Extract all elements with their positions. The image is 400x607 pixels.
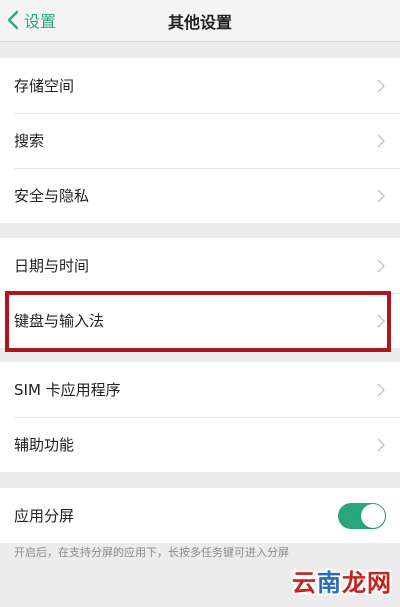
settings-item-keyboard-input[interactable]: 键盘与输入法 (0, 293, 400, 348)
settings-item-label: 存储空间 (14, 77, 75, 95)
settings-item-split-screen: 应用分屏 (0, 488, 400, 543)
watermark-logo: 云南龙网 (292, 563, 392, 598)
watermark-text-3: 龙网 (342, 569, 392, 597)
settings-item-label: 辅助功能 (14, 436, 75, 454)
settings-item-label: SIM 卡应用程序 (14, 381, 121, 399)
settings-item-accessibility[interactable]: 辅助功能 (0, 417, 400, 472)
settings-item-search[interactable]: 搜索 (0, 113, 400, 168)
title-bar: 设置 其他设置 (0, 0, 400, 42)
chevron-right-icon (376, 437, 386, 453)
watermark-text-1: 云 (292, 569, 317, 597)
settings-group-split-screen: 应用分屏 (0, 488, 400, 543)
settings-item-date-time[interactable]: 日期与时间 (0, 238, 400, 293)
watermark-text-2: 南 (317, 569, 342, 597)
chevron-right-icon (376, 188, 386, 204)
settings-item-label: 安全与隐私 (14, 187, 90, 205)
settings-item-storage[interactable]: 存储空间 (0, 58, 400, 113)
settings-group-storage: 存储空间 搜索 安全与隐私 (0, 58, 400, 223)
settings-item-sim-apps[interactable]: SIM 卡应用程序 (0, 362, 400, 417)
settings-item-security-privacy[interactable]: 安全与隐私 (0, 168, 400, 223)
chevron-right-icon (376, 313, 386, 329)
toggle-knob (361, 503, 385, 528)
chevron-right-icon (376, 78, 386, 94)
settings-item-label: 搜索 (14, 132, 45, 150)
chevron-right-icon (376, 382, 386, 398)
split-screen-hint: 开启后，在支持分屏的应用下，长按多任务键可进入分屏 (14, 546, 289, 559)
settings-group-datetime: 日期与时间 键盘与输入法 (0, 238, 400, 348)
settings-item-label: 日期与时间 (14, 257, 90, 275)
page-title: 其他设置 (167, 13, 232, 32)
settings-item-label: 应用分屏 (14, 507, 75, 525)
chevron-right-icon (376, 258, 386, 274)
settings-group-sim: SIM 卡应用程序 辅助功能 (0, 362, 400, 472)
settings-item-label: 键盘与输入法 (14, 312, 105, 330)
split-screen-toggle[interactable] (338, 502, 386, 529)
chevron-right-icon (376, 133, 386, 149)
